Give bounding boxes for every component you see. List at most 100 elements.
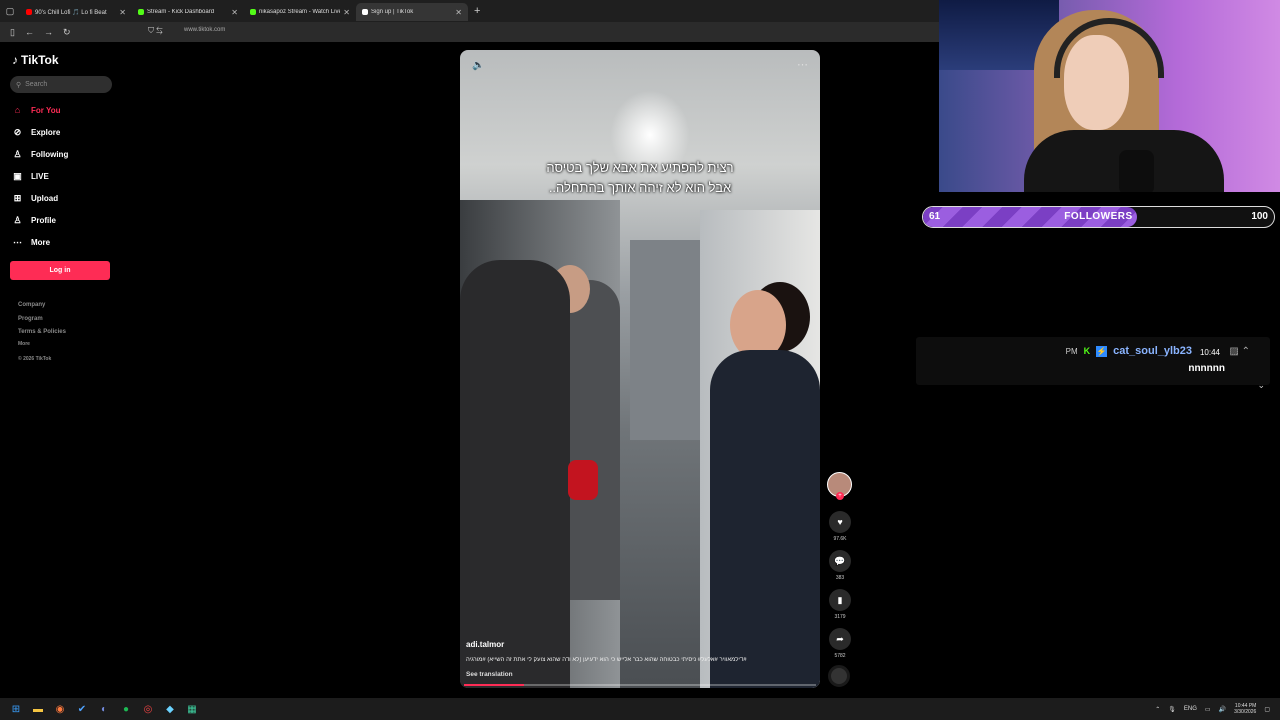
video-scene-person	[460, 260, 570, 688]
firefox-icon[interactable]: ◉	[49, 698, 71, 720]
browser-tab-active[interactable]: Sign up | TikTok ✕	[356, 3, 468, 21]
nav-explore[interactable]: ⊘ Explore	[12, 124, 112, 140]
comment-icon[interactable]: 💬	[829, 550, 851, 572]
browser-tab[interactable]: nikasapoz Stream - Watch Live ✕	[244, 3, 356, 21]
new-tab-button[interactable]: +	[474, 5, 480, 17]
nav-upload[interactable]: ⊞ Upload	[12, 190, 112, 206]
subscriber-badge-icon: ⚡	[1096, 345, 1108, 357]
nav-for-you[interactable]: ⌂ For You	[12, 102, 112, 118]
plus-icon: ⊞	[13, 192, 22, 203]
close-tab-icon[interactable]: ✕	[119, 8, 126, 17]
like-action[interactable]: ♥ 97.6K	[829, 511, 851, 542]
followers-goal-bar: 61 FOLLOWERS 100	[922, 206, 1275, 228]
spotify-icon[interactable]: ●	[115, 698, 137, 720]
video-author[interactable]: adi.talmor	[466, 640, 504, 649]
video-description: #דילמאוויר #אלעל# ניסיתי כבטוחה שהוא כבר…	[466, 657, 747, 663]
share-action[interactable]: ➦ 5782	[829, 628, 851, 659]
chat-pm: PM	[1065, 346, 1078, 356]
webcam-feed	[939, 0, 1280, 192]
chat-message-header: PM K ⚡ cat_soul_ylb23	[1066, 345, 1192, 357]
home-icon: ⌂	[14, 105, 21, 115]
kick-icon	[250, 9, 256, 15]
tray-chevron-icon[interactable]: ⌃	[1155, 706, 1160, 713]
clock-date: 3/30/2026	[1234, 709, 1257, 715]
tab-menu-icon[interactable]: ▢	[0, 0, 20, 22]
compass-icon: ⊘	[13, 126, 22, 137]
footer-link-company[interactable]: Company	[18, 302, 45, 308]
bookmark-action[interactable]: ▮ 3179	[829, 589, 851, 620]
volume-icon[interactable]: 🔈	[472, 60, 484, 71]
live-icon: ▣	[13, 170, 22, 181]
nav-profile[interactable]: ♙ Profile	[12, 212, 112, 228]
image-icon: ▨ ⌃	[1229, 346, 1250, 357]
notification-icon[interactable]: ▢	[1264, 706, 1270, 713]
obs-icon[interactable]: ◎	[137, 698, 159, 720]
video-progress-bar[interactable]	[464, 684, 816, 686]
nav-live[interactable]: ▣ LIVE	[12, 168, 112, 184]
address-bar[interactable]: www.tiktok.com	[184, 27, 225, 33]
mic-icon[interactable]: 🎙	[1168, 706, 1176, 713]
start-icon[interactable]: ⊞	[5, 698, 27, 720]
nav-following[interactable]: ♙ Following	[12, 146, 112, 162]
more-options-icon[interactable]: ⋯	[797, 58, 808, 71]
tiktok-note-icon: ♪	[12, 53, 18, 67]
footer-link-terms[interactable]: Terms & Policies	[18, 329, 66, 335]
reload-icon[interactable]: ↻	[63, 27, 71, 38]
system-clock[interactable]: 10:44 PM 3/30/2026	[1234, 703, 1256, 715]
search-input[interactable]: ⚲ Search	[10, 76, 112, 93]
file-explorer-icon[interactable]: ▬	[27, 698, 49, 720]
back-icon[interactable]: ←	[25, 27, 34, 37]
app-icon[interactable]: ▦	[181, 698, 203, 720]
search-icon: ⚲	[16, 81, 22, 89]
footer-link-more[interactable]: More	[18, 341, 30, 347]
login-button[interactable]: Log in	[10, 261, 110, 280]
network-icon[interactable]: ▭	[1205, 706, 1211, 713]
chat-overlay: PM K ⚡ cat_soul_ylb23 10:44 ▨ ⌃ nnnnnn ⌄	[916, 337, 1270, 390]
chevron-down-icon[interactable]: ⌄	[1257, 380, 1265, 391]
app-icon[interactable]: ◆	[159, 698, 181, 720]
webcam-scene-mic	[1119, 150, 1154, 192]
browser-tab[interactable]: 90's Chill Lofi 🎵 Lo fi Beat ✕	[20, 3, 132, 21]
video-caption: רצית להפתיע את אבא שלך בטיסה אבל הוא לא …	[460, 158, 820, 198]
browser-nav-bar: ▯ ← → ↻ ⛉ ⇆ www.tiktok.com	[0, 22, 940, 42]
close-tab-icon[interactable]: ✕	[455, 8, 462, 17]
bookmark-icon[interactable]: ▮	[829, 589, 851, 611]
caption-line: רצית להפתיע את אבא שלך בטיסה	[546, 160, 734, 175]
dots-icon: ⋯	[13, 236, 22, 247]
copyright: © 2026 TikTok	[18, 356, 52, 362]
video-scene-person	[710, 350, 820, 688]
kick-icon	[138, 9, 144, 15]
footer-link-program[interactable]: Program	[18, 316, 43, 322]
close-tab-icon[interactable]: ✕	[231, 8, 238, 17]
windows-taskbar: ⊞ ▬ ◉ ✔ ◐ ● ◎ ◆ ▦ ⌃ 🎙 ENG ▭ 🔊 10:44 PM 3…	[0, 698, 1280, 720]
discord-icon[interactable]: ◐	[93, 698, 115, 720]
music-disc-icon[interactable]	[828, 665, 850, 687]
kick-icon: K	[1083, 346, 1091, 356]
heart-icon[interactable]: ♥	[829, 511, 851, 533]
tiktok-icon	[362, 9, 368, 15]
forward-icon[interactable]: →	[44, 27, 53, 37]
tiktok-logo[interactable]: ♪ TikTok	[12, 53, 59, 67]
video-player[interactable]: 🔈 ⋯ רצית להפתיע את אבא שלך בטיסה אבל הוא…	[460, 50, 820, 688]
follow-plus-icon[interactable]: +	[836, 492, 844, 500]
youtube-icon	[26, 9, 32, 15]
sidebar-toggle-icon[interactable]: ▯	[10, 27, 15, 38]
shield-icon[interactable]: ⛉ ⇆	[148, 26, 163, 36]
see-translation-link[interactable]: See translation	[466, 671, 513, 678]
caption-line: אבל הוא לא זיהה אותך בהתחלה..	[548, 180, 732, 195]
steam-icon[interactable]: ✔	[71, 698, 93, 720]
volume-icon[interactable]: 🔊	[1219, 706, 1226, 713]
video-progress-fill	[464, 684, 524, 686]
chat-time: 10:44	[1199, 348, 1220, 357]
nav-more[interactable]: ⋯ More	[12, 234, 112, 250]
close-tab-icon[interactable]: ✕	[343, 8, 350, 17]
share-icon[interactable]: ➦	[829, 628, 851, 650]
user-icon: ♙	[13, 148, 22, 159]
browser-tab[interactable]: Stream - Kick Dashboard ✕	[132, 3, 244, 21]
comment-count: 383	[835, 575, 845, 581]
followers-label: FOLLOWERS	[1064, 211, 1133, 222]
chat-username: cat_soul_ylb23	[1113, 345, 1192, 357]
comment-action[interactable]: 💬 383	[829, 550, 851, 581]
language-indicator[interactable]: ENG	[1184, 706, 1197, 712]
chat-message: nnnnnn	[1188, 363, 1225, 374]
